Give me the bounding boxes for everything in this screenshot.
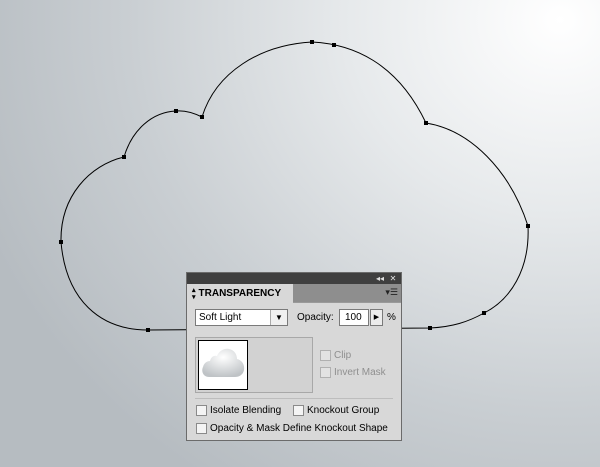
invert-mask-checkbox[interactable] [320, 367, 331, 378]
knockout-group-checkbox[interactable] [293, 405, 304, 416]
blend-mode-select[interactable]: Soft Light ▼ [195, 309, 288, 326]
anchor-point [122, 155, 126, 159]
double-chevron-left-icon[interactable]: ◂◂ [374, 273, 386, 284]
anchor-point [310, 40, 314, 44]
triangle-right-icon: ▶ [373, 313, 380, 321]
clip-checkbox[interactable] [320, 350, 331, 361]
anchor-point [424, 121, 428, 125]
chevron-down-icon[interactable]: ▼ [270, 310, 287, 325]
panel-tab-row: ▴ ▾ TRANSPARENCY ▾☰ [187, 284, 401, 303]
mask-thumbnail-area [195, 337, 313, 393]
anchor-point [146, 328, 150, 332]
clip-label: Clip [334, 350, 352, 361]
blend-opacity-row: Soft Light ▼ Opacity: 100 ▶ % [195, 309, 399, 327]
artwork-thumbnail[interactable] [198, 340, 248, 390]
divider [195, 398, 393, 399]
anchor-point [482, 311, 486, 315]
isolate-blending-checkbox[interactable] [196, 405, 207, 416]
isolate-blending-label: Isolate Blending [210, 405, 282, 416]
anchor-point [59, 240, 63, 244]
opacity-popup-button[interactable]: ▶ [370, 309, 383, 326]
tab-transparency[interactable]: ▴ ▾ TRANSPARENCY [187, 284, 293, 303]
anchor-point [200, 115, 204, 119]
invert-mask-option[interactable]: Invert Mask [320, 367, 386, 378]
expand-arrows-icon[interactable]: ▴ ▾ [192, 287, 196, 301]
tab-label: TRANSPARENCY [198, 288, 282, 299]
opacity-label: Opacity: [297, 312, 334, 323]
close-icon[interactable]: ✕ [387, 273, 399, 284]
opacity-mask-knockout-checkbox[interactable] [196, 423, 207, 434]
clip-option[interactable]: Clip [320, 350, 351, 361]
opacity-mask-knockout-option[interactable]: Opacity & Mask Define Knockout Shape [196, 423, 388, 434]
invert-mask-label: Invert Mask [334, 367, 386, 378]
isolate-blending-option[interactable]: Isolate Blending [196, 405, 281, 416]
opacity-unit: % [387, 312, 396, 323]
anchor-point [332, 43, 336, 47]
panel-title-bar[interactable]: ◂◂ ✕ [187, 273, 401, 284]
transparency-panel: ◂◂ ✕ ▴ ▾ TRANSPARENCY ▾☰ Soft Light ▼ Opa… [186, 272, 402, 441]
opacity-input[interactable]: 100 [339, 309, 369, 326]
opacity-mask-knockout-label: Opacity & Mask Define Knockout Shape [210, 423, 388, 434]
knockout-group-option[interactable]: Knockout Group [293, 405, 379, 416]
blend-mode-value: Soft Light [199, 312, 242, 323]
panel-menu-icon[interactable]: ▾☰ [385, 288, 398, 298]
knockout-group-label: Knockout Group [307, 405, 380, 416]
anchor-point [526, 224, 530, 228]
anchor-point [174, 109, 178, 113]
anchor-point [428, 326, 432, 330]
cloud-thumbnail-icon [202, 348, 245, 377]
